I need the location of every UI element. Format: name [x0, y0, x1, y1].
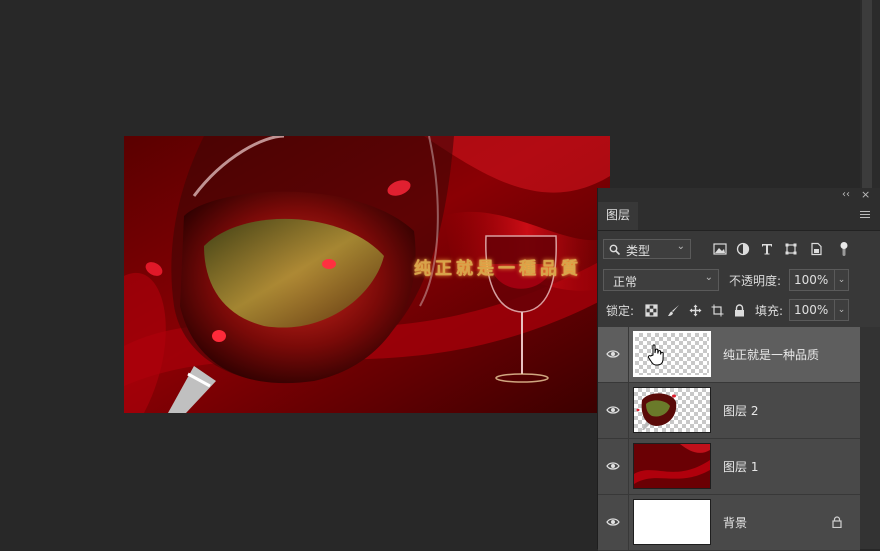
lock-position-icon[interactable] [689, 304, 702, 317]
lock-transparent-pixels-icon[interactable] [645, 304, 658, 317]
artwork-caption: 纯正就是一種品質 [414, 259, 582, 279]
lock-artboard-icon[interactable] [711, 304, 724, 317]
lock-all-icon[interactable] [733, 304, 746, 317]
close-icon[interactable]: × [861, 188, 870, 201]
panel-tab-strip: 图层 [598, 202, 880, 231]
visibility-toggle[interactable] [598, 495, 629, 550]
layer-thumbnail[interactable] [633, 331, 711, 377]
lock-icon[interactable] [832, 516, 842, 528]
lock-image-pixels-icon[interactable] [667, 304, 680, 317]
layer-thumbnail[interactable] [633, 387, 711, 433]
smart-object-filter-icon[interactable] [809, 242, 823, 256]
red-silk-thumbnail [634, 444, 710, 488]
eye-icon [606, 462, 620, 470]
filter-toggle-switch[interactable] [840, 241, 848, 257]
shape-layer-filter-icon[interactable] [784, 242, 798, 256]
chevron-down-icon: ⌄ [704, 272, 713, 283]
layer-thumbnail[interactable] [633, 443, 711, 489]
tab-layers[interactable]: 图层 [598, 202, 638, 230]
fill-label: 填充: [755, 304, 784, 318]
search-icon [609, 244, 620, 255]
eye-icon [606, 518, 620, 526]
layer-list: 纯正就是一种品质 图层 2 图层 1 背景 [598, 327, 860, 551]
document-canvas[interactable]: 纯正就是一種品質 [124, 136, 610, 413]
opacity-input[interactable]: 100% [789, 269, 835, 291]
fill-slider-toggle[interactable]: ⌄ [835, 299, 849, 321]
collapse-panel-icon[interactable]: ‹‹ [842, 189, 850, 200]
blend-mode-value: 正常 [613, 275, 638, 289]
panel-menu-icon[interactable] [860, 211, 870, 219]
pixel-layer-filter-icon[interactable] [713, 242, 727, 256]
fill-input[interactable]: 100% [789, 299, 835, 321]
blend-mode-select[interactable]: 正常 ⌄ [603, 269, 719, 291]
layer-thumbnail[interactable] [633, 499, 711, 545]
filter-label: 类型 [626, 244, 651, 258]
type-layer-filter-icon[interactable] [760, 242, 774, 256]
opacity-label: 不透明度: [729, 274, 782, 288]
layer-row[interactable]: 图层 1 [598, 439, 860, 495]
adjustment-layer-filter-icon[interactable] [736, 242, 750, 256]
layer-list-scrollbar[interactable] [860, 327, 880, 549]
lock-label: 锁定: [606, 304, 635, 318]
layer-name[interactable]: 背景 [723, 514, 747, 531]
panel-title-bar: ‹‹ × [598, 188, 880, 202]
chevron-down-icon: ⌄ [676, 241, 685, 252]
layer-filter-select[interactable]: 类型 ⌄ [603, 239, 691, 259]
hand-pointer-icon [647, 344, 664, 366]
opacity-slider-toggle[interactable]: ⌄ [835, 269, 849, 291]
layer-name[interactable]: 图层 2 [723, 402, 758, 419]
visibility-toggle[interactable] [598, 327, 629, 382]
layers-panel: ‹‹ × 图层 类型 ⌄ 正常 ⌄ 不透明度: 100% ⌄ 锁定: 填充: 1… [597, 188, 880, 551]
visibility-toggle[interactable] [598, 383, 629, 438]
layer-name[interactable]: 纯正就是一种品质 [723, 346, 819, 363]
layer-row[interactable]: 背景 [598, 495, 860, 551]
eye-icon [606, 406, 620, 414]
layer-name[interactable]: 图层 1 [723, 458, 758, 475]
layer-row[interactable]: 纯正就是一种品质 [598, 327, 860, 383]
layer-row[interactable]: 图层 2 [598, 383, 860, 439]
wine-glass-thumbnail [636, 393, 677, 430]
eye-icon [606, 350, 620, 358]
visibility-toggle[interactable] [598, 439, 629, 494]
